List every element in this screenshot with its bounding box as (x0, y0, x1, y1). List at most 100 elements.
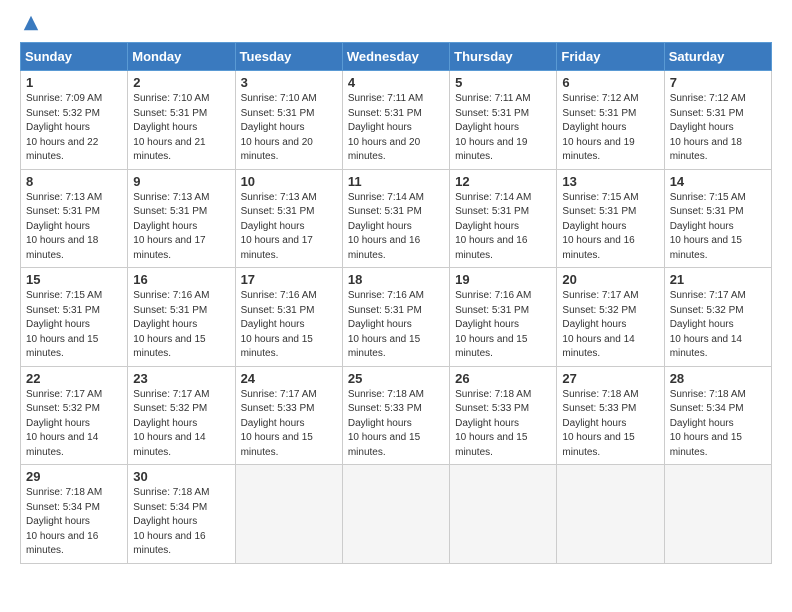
day-number: 25 (348, 371, 444, 386)
calendar-cell: 3 Sunrise: 7:10 AMSunset: 5:31 PMDayligh… (235, 71, 342, 170)
col-header-friday: Friday (557, 43, 664, 71)
cell-info: Sunrise: 7:16 AMSunset: 5:31 PMDaylight … (133, 290, 209, 359)
cell-info: Sunrise: 7:16 AMSunset: 5:31 PMDaylight … (348, 290, 424, 359)
day-number: 19 (455, 272, 551, 287)
day-number: 22 (26, 371, 122, 386)
cell-info: Sunrise: 7:15 AMSunset: 5:31 PMDaylight … (562, 192, 638, 261)
header-row: SundayMondayTuesdayWednesdayThursdayFrid… (21, 43, 772, 71)
day-number: 14 (670, 174, 766, 189)
calendar-cell: 9 Sunrise: 7:13 AMSunset: 5:31 PMDayligh… (128, 169, 235, 268)
calendar-cell: 4 Sunrise: 7:11 AMSunset: 5:31 PMDayligh… (342, 71, 449, 170)
calendar-cell: 13 Sunrise: 7:15 AMSunset: 5:31 PMDaylig… (557, 169, 664, 268)
cell-info: Sunrise: 7:14 AMSunset: 5:31 PMDaylight … (348, 192, 424, 261)
day-number: 26 (455, 371, 551, 386)
cell-info: Sunrise: 7:13 AMSunset: 5:31 PMDaylight … (241, 192, 317, 261)
week-row-3: 22 Sunrise: 7:17 AMSunset: 5:32 PMDaylig… (21, 366, 772, 465)
calendar-cell: 10 Sunrise: 7:13 AMSunset: 5:31 PMDaylig… (235, 169, 342, 268)
cell-info: Sunrise: 7:10 AMSunset: 5:31 PMDaylight … (133, 93, 209, 162)
col-header-saturday: Saturday (664, 43, 771, 71)
day-number: 21 (670, 272, 766, 287)
day-number: 24 (241, 371, 337, 386)
calendar-cell (557, 465, 664, 564)
calendar-cell: 8 Sunrise: 7:13 AMSunset: 5:31 PMDayligh… (21, 169, 128, 268)
col-header-wednesday: Wednesday (342, 43, 449, 71)
day-number: 28 (670, 371, 766, 386)
col-header-tuesday: Tuesday (235, 43, 342, 71)
day-number: 30 (133, 469, 229, 484)
calendar-cell: 19 Sunrise: 7:16 AMSunset: 5:31 PMDaylig… (450, 268, 557, 367)
cell-info: Sunrise: 7:14 AMSunset: 5:31 PMDaylight … (455, 192, 531, 261)
calendar-cell: 24 Sunrise: 7:17 AMSunset: 5:33 PMDaylig… (235, 366, 342, 465)
logo (20, 20, 40, 32)
calendar-cell (664, 465, 771, 564)
calendar-cell: 15 Sunrise: 7:15 AMSunset: 5:31 PMDaylig… (21, 268, 128, 367)
col-header-monday: Monday (128, 43, 235, 71)
calendar-cell: 17 Sunrise: 7:16 AMSunset: 5:31 PMDaylig… (235, 268, 342, 367)
day-number: 17 (241, 272, 337, 287)
cell-info: Sunrise: 7:13 AMSunset: 5:31 PMDaylight … (133, 192, 209, 261)
cell-info: Sunrise: 7:12 AMSunset: 5:31 PMDaylight … (562, 93, 638, 162)
calendar-cell (235, 465, 342, 564)
cell-info: Sunrise: 7:10 AMSunset: 5:31 PMDaylight … (241, 93, 317, 162)
calendar-cell: 29 Sunrise: 7:18 AMSunset: 5:34 PMDaylig… (21, 465, 128, 564)
day-number: 3 (241, 75, 337, 90)
cell-info: Sunrise: 7:18 AMSunset: 5:34 PMDaylight … (670, 389, 746, 458)
day-number: 8 (26, 174, 122, 189)
day-number: 5 (455, 75, 551, 90)
calendar-cell: 20 Sunrise: 7:17 AMSunset: 5:32 PMDaylig… (557, 268, 664, 367)
day-number: 18 (348, 272, 444, 287)
day-number: 27 (562, 371, 658, 386)
day-number: 23 (133, 371, 229, 386)
col-header-thursday: Thursday (450, 43, 557, 71)
cell-info: Sunrise: 7:18 AMSunset: 5:34 PMDaylight … (133, 487, 209, 556)
calendar-cell: 25 Sunrise: 7:18 AMSunset: 5:33 PMDaylig… (342, 366, 449, 465)
cell-info: Sunrise: 7:15 AMSunset: 5:31 PMDaylight … (670, 192, 746, 261)
cell-info: Sunrise: 7:17 AMSunset: 5:32 PMDaylight … (562, 290, 638, 359)
calendar-cell: 14 Sunrise: 7:15 AMSunset: 5:31 PMDaylig… (664, 169, 771, 268)
day-number: 2 (133, 75, 229, 90)
logo-icon (22, 14, 40, 32)
cell-info: Sunrise: 7:18 AMSunset: 5:33 PMDaylight … (348, 389, 424, 458)
day-number: 6 (562, 75, 658, 90)
page-header (20, 20, 772, 32)
day-number: 13 (562, 174, 658, 189)
day-number: 4 (348, 75, 444, 90)
calendar-cell: 27 Sunrise: 7:18 AMSunset: 5:33 PMDaylig… (557, 366, 664, 465)
cell-info: Sunrise: 7:11 AMSunset: 5:31 PMDaylight … (348, 93, 423, 162)
cell-info: Sunrise: 7:18 AMSunset: 5:33 PMDaylight … (455, 389, 531, 458)
cell-info: Sunrise: 7:16 AMSunset: 5:31 PMDaylight … (455, 290, 531, 359)
calendar-cell: 30 Sunrise: 7:18 AMSunset: 5:34 PMDaylig… (128, 465, 235, 564)
calendar-cell: 12 Sunrise: 7:14 AMSunset: 5:31 PMDaylig… (450, 169, 557, 268)
calendar-cell: 28 Sunrise: 7:18 AMSunset: 5:34 PMDaylig… (664, 366, 771, 465)
calendar-cell: 11 Sunrise: 7:14 AMSunset: 5:31 PMDaylig… (342, 169, 449, 268)
day-number: 9 (133, 174, 229, 189)
cell-info: Sunrise: 7:15 AMSunset: 5:31 PMDaylight … (26, 290, 102, 359)
calendar-cell (342, 465, 449, 564)
day-number: 7 (670, 75, 766, 90)
day-number: 11 (348, 174, 444, 189)
week-row-4: 29 Sunrise: 7:18 AMSunset: 5:34 PMDaylig… (21, 465, 772, 564)
cell-info: Sunrise: 7:17 AMSunset: 5:32 PMDaylight … (26, 389, 102, 458)
cell-info: Sunrise: 7:18 AMSunset: 5:34 PMDaylight … (26, 487, 102, 556)
cell-info: Sunrise: 7:16 AMSunset: 5:31 PMDaylight … (241, 290, 317, 359)
calendar-cell: 22 Sunrise: 7:17 AMSunset: 5:32 PMDaylig… (21, 366, 128, 465)
cell-info: Sunrise: 7:09 AMSunset: 5:32 PMDaylight … (26, 93, 102, 162)
cell-info: Sunrise: 7:17 AMSunset: 5:32 PMDaylight … (670, 290, 746, 359)
week-row-1: 8 Sunrise: 7:13 AMSunset: 5:31 PMDayligh… (21, 169, 772, 268)
cell-info: Sunrise: 7:11 AMSunset: 5:31 PMDaylight … (455, 93, 530, 162)
calendar-cell: 21 Sunrise: 7:17 AMSunset: 5:32 PMDaylig… (664, 268, 771, 367)
cell-info: Sunrise: 7:17 AMSunset: 5:33 PMDaylight … (241, 389, 317, 458)
calendar-cell: 1 Sunrise: 7:09 AMSunset: 5:32 PMDayligh… (21, 71, 128, 170)
day-number: 20 (562, 272, 658, 287)
calendar-cell: 5 Sunrise: 7:11 AMSunset: 5:31 PMDayligh… (450, 71, 557, 170)
calendar-cell: 26 Sunrise: 7:18 AMSunset: 5:33 PMDaylig… (450, 366, 557, 465)
day-number: 12 (455, 174, 551, 189)
calendar-table: SundayMondayTuesdayWednesdayThursdayFrid… (20, 42, 772, 564)
day-number: 1 (26, 75, 122, 90)
day-number: 15 (26, 272, 122, 287)
calendar-cell: 7 Sunrise: 7:12 AMSunset: 5:31 PMDayligh… (664, 71, 771, 170)
cell-info: Sunrise: 7:18 AMSunset: 5:33 PMDaylight … (562, 389, 638, 458)
calendar-cell (450, 465, 557, 564)
day-number: 10 (241, 174, 337, 189)
cell-info: Sunrise: 7:13 AMSunset: 5:31 PMDaylight … (26, 192, 102, 261)
